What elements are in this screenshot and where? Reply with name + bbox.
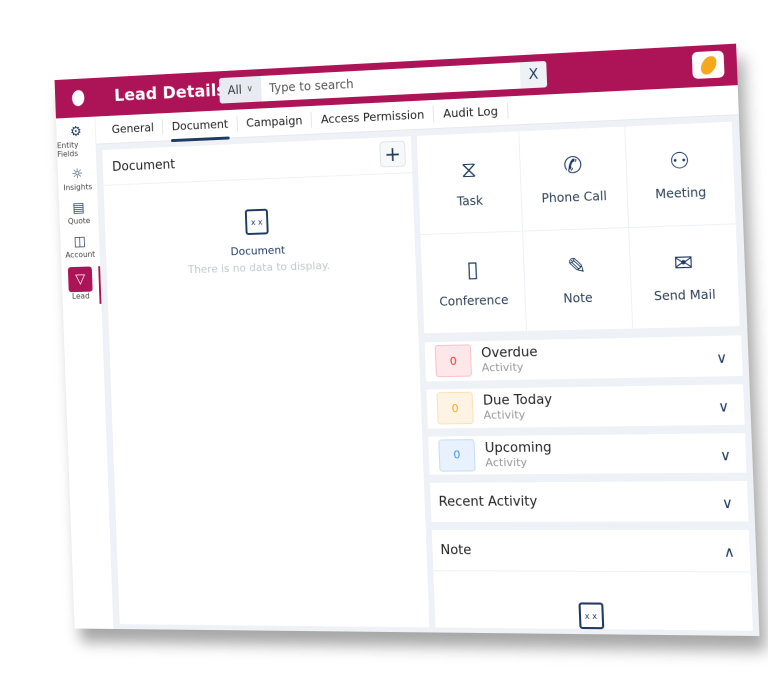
conference-icon: ▯	[466, 257, 480, 283]
funnel-icon: ▽	[67, 266, 93, 293]
action-task[interactable]: ⧖ Task	[416, 131, 524, 236]
mango-logo-icon[interactable]	[691, 50, 725, 80]
sidebar-item-insights[interactable]: ☼ Insights	[58, 165, 98, 193]
action-send-mail[interactable]: ✉ Send Mail	[628, 224, 741, 330]
sidebar-item-account[interactable]: ◫ Account	[60, 232, 100, 260]
tab-audit-log[interactable]: Audit Log	[433, 102, 509, 123]
app-window: Lead Details All∨ X ⚙Entity Fields ☼Insi…	[54, 43, 760, 637]
tab-document[interactable]: Document	[163, 115, 238, 135]
chevron-up-icon[interactable]: ∧	[724, 544, 736, 561]
sidebar-item-lead[interactable]: ▽ Lead	[61, 266, 102, 305]
quick-actions: ⧖ Task ✆ Phone Call ⚇ Meeting ▯ Conference ✎…	[416, 121, 741, 335]
recent-activity-section[interactable]: Recent Activity ∨	[429, 481, 749, 522]
account-book-icon: ◫	[73, 233, 87, 250]
mail-icon: ✉	[673, 250, 694, 278]
tab-access-permission[interactable]: Access Permission	[311, 106, 435, 128]
document-panel: Document + x x Document There is no data…	[102, 136, 430, 628]
count-badge: 0	[434, 344, 473, 378]
app-logo-icon	[69, 88, 87, 108]
chevron-down-icon[interactable]: ∨	[716, 350, 728, 367]
empty-subtitle: There is no data to display.	[187, 258, 331, 277]
gear-box-icon: ⚙	[69, 123, 82, 140]
lightbulb-icon: ☼	[71, 166, 84, 183]
action-conference[interactable]: ▯ Conference	[420, 231, 528, 335]
action-note[interactable]: ✎ Note	[523, 228, 633, 332]
tab-campaign[interactable]: Campaign	[237, 111, 313, 132]
search-scope-dropdown[interactable]: All ∨	[218, 75, 262, 104]
tab-general[interactable]: General	[103, 119, 164, 138]
activity-overdue[interactable]: 0 Overdue Activity ∨	[424, 335, 743, 382]
meeting-icon: ⚇	[668, 148, 691, 176]
add-document-button[interactable]: +	[379, 140, 406, 168]
empty-state: x x Document There is no data to display…	[104, 173, 416, 278]
empty-document-icon: x x	[577, 602, 604, 630]
clear-search-button[interactable]: X	[519, 60, 548, 89]
phone-icon: ✆	[562, 153, 583, 180]
chevron-down-icon[interactable]: ∨	[718, 399, 730, 416]
action-phone-call[interactable]: ✆ Phone Call	[519, 126, 629, 232]
note-edit-icon: ✎	[566, 254, 587, 281]
action-meeting[interactable]: ⚇ Meeting	[624, 121, 737, 229]
sidebar-item-entity-fields[interactable]: ⚙ Entity Fields	[56, 122, 96, 159]
chevron-down-icon[interactable]: ∨	[722, 496, 734, 513]
empty-title: Document	[230, 243, 286, 259]
count-badge: 0	[436, 391, 474, 425]
empty-document-icon: x x	[244, 208, 269, 236]
activity-due-today[interactable]: 0 Due Today Activity ∨	[426, 384, 745, 429]
count-badge: 0	[438, 439, 476, 472]
chevron-down-icon[interactable]: ∨	[720, 447, 732, 464]
chevron-down-icon: ∨	[246, 84, 254, 95]
hourglass-icon: ⧖	[460, 157, 478, 184]
quote-doc-icon: ▤	[72, 200, 85, 216]
activity-upcoming[interactable]: 0 Upcoming Activity ∨	[428, 432, 747, 476]
note-section: Note ∧ x x	[431, 529, 753, 631]
sidebar-item-quote[interactable]: ▤ Quote	[59, 199, 99, 226]
page-title: Lead Details	[113, 80, 227, 106]
search-input[interactable]	[261, 67, 521, 97]
